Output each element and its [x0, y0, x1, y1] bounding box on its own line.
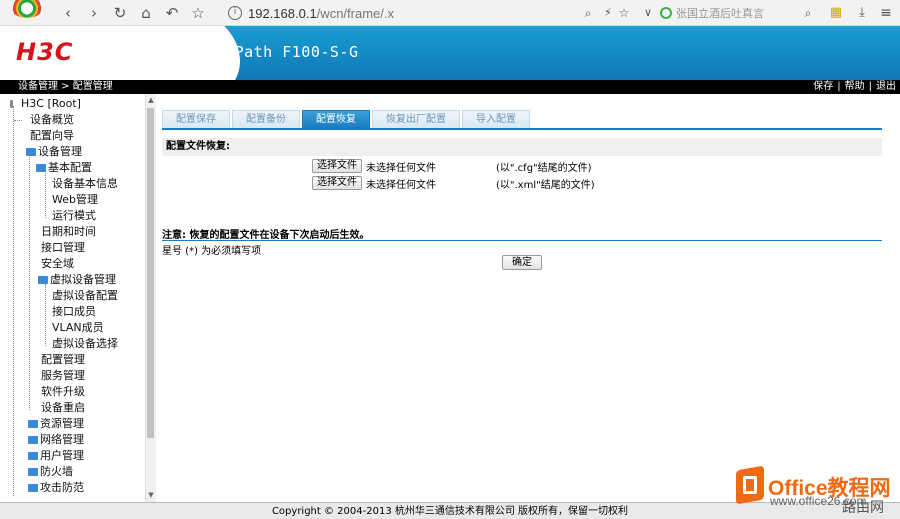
- dropdown-icon[interactable]: ∨: [638, 3, 658, 23]
- choose-cfg-file-button[interactable]: 选择文件: [312, 159, 362, 173]
- sidebar-item-resource[interactable]: 资源管理: [28, 416, 84, 432]
- save-link[interactable]: 保存: [813, 81, 833, 92]
- sidebar-item-root[interactable]: H3C [Root]: [10, 96, 81, 112]
- root-bar-icon: [10, 100, 13, 108]
- sidebar-item-service-mgmt[interactable]: 服务管理: [41, 368, 85, 384]
- restore-note: 注意: 恢复的配置文件在设备下次启动后生效。: [162, 230, 370, 241]
- star-icon[interactable]: ☆: [188, 3, 208, 23]
- cfg-file-hint: (以".cfg"结尾的文件): [496, 162, 592, 174]
- breadcrumb: 设备管理 > 配置管理: [18, 81, 113, 92]
- expand-icon[interactable]: [38, 276, 48, 284]
- home-icon[interactable]: ⌂: [136, 3, 156, 23]
- security-icon[interactable]: i: [228, 6, 242, 20]
- apps-icon[interactable]: ▦: [826, 3, 846, 23]
- tab-config-save[interactable]: 配置保存: [162, 110, 230, 128]
- office-logo-inner: [743, 476, 757, 494]
- expand-icon[interactable]: [28, 452, 38, 460]
- tab-import-config[interactable]: 导入配置: [462, 110, 530, 128]
- sidebar-item-overview[interactable]: 设备概览: [14, 112, 74, 128]
- sidebar-item-virtual-device[interactable]: 虚拟设备管理: [38, 272, 116, 288]
- sidebar-item-vlan-member[interactable]: VLAN成员: [52, 320, 104, 336]
- sidebar-item-security-zone[interactable]: 安全域: [41, 256, 74, 272]
- search-icon[interactable]: ⌕: [798, 3, 818, 23]
- required-hint: 星号 (*) 为必须填写项: [162, 246, 262, 257]
- cfg-file-row: 选择文件 未选择任何文件 (以".cfg"结尾的文件): [312, 158, 592, 174]
- xml-file-row: 选择文件 未选择任何文件 (以".xml"结尾的文件): [312, 175, 595, 191]
- sidebar-item-device-mgmt[interactable]: 设备管理: [26, 144, 82, 160]
- tree-line: [13, 106, 14, 496]
- help-link[interactable]: 帮助: [845, 81, 865, 92]
- tree-line: [29, 154, 30, 410]
- h3c-logo: H3C: [16, 38, 74, 66]
- expand-icon[interactable]: [26, 148, 36, 156]
- forward-icon[interactable]: ›: [84, 3, 104, 23]
- main-content: 配置保存 配置备份 配置恢复 恢复出厂配置 导入配置 配置文件恢复: 选择文件 …: [158, 94, 900, 502]
- sidebar-item-config-mgmt[interactable]: 配置管理: [41, 352, 85, 368]
- back-icon[interactable]: ‹: [58, 3, 78, 23]
- confirm-button[interactable]: 确定: [502, 255, 542, 270]
- search-engine-icon: [660, 7, 672, 19]
- sidebar-scroll-thumb[interactable]: [147, 108, 154, 438]
- tab-config-backup[interactable]: 配置备份: [232, 110, 300, 128]
- tree-line: [45, 284, 46, 346]
- sidebar-item-interface[interactable]: 接口管理: [41, 240, 85, 256]
- expand-icon[interactable]: [28, 420, 38, 428]
- cfg-file-status: 未选择任何文件: [366, 162, 436, 174]
- sidebar-item-vdev-config[interactable]: 虚拟设备配置: [52, 288, 118, 304]
- watermark-corner: 路由网: [842, 500, 884, 516]
- browser-logo-icon: [10, 0, 44, 18]
- expand-icon[interactable]: [36, 164, 46, 172]
- note-divider: [162, 240, 882, 241]
- search-placeholder: 张国立酒后吐真言: [676, 7, 764, 20]
- url-host: 192.168.0.1: [248, 5, 317, 21]
- tab-factory-reset[interactable]: 恢复出厂配置: [372, 110, 460, 128]
- restore-section-title: 配置文件恢复:: [162, 138, 882, 156]
- choose-xml-file-button[interactable]: 选择文件: [312, 176, 362, 190]
- app-header: H3C SecPath F100-S-G: [0, 26, 900, 80]
- undo-icon[interactable]: ↶: [162, 3, 182, 23]
- url-text[interactable]: 192.168.0.1/wcn/frame/.x: [248, 6, 394, 21]
- logout-link[interactable]: 退出: [876, 81, 896, 92]
- sidebar-item-user[interactable]: 用户管理: [28, 448, 84, 464]
- tree-line: [45, 170, 46, 218]
- sidebar-item-datetime[interactable]: 日期和时间: [41, 224, 96, 240]
- sidebar-item-reboot[interactable]: 设备重启: [41, 400, 85, 416]
- scroll-up-icon[interactable]: ▲: [146, 95, 156, 105]
- expand-icon[interactable]: [28, 484, 38, 492]
- xml-file-hint: (以".xml"结尾的文件): [496, 179, 595, 191]
- url-path: /wcn/frame/.x: [316, 5, 394, 21]
- sidebar-item-attack-defense[interactable]: 攻击防范: [28, 480, 84, 496]
- copyright-footer: Copyright © 2004-2013 杭州华三通信技术有限公司 版权所有，…: [0, 502, 900, 519]
- sidebar-item-vdev-select[interactable]: 虚拟设备选择: [52, 336, 118, 352]
- sidebar-item-run-mode[interactable]: 运行模式: [52, 208, 96, 224]
- reload-icon[interactable]: ↻: [110, 3, 130, 23]
- sidebar-item-if-member[interactable]: 接口成员: [52, 304, 96, 320]
- menu-icon[interactable]: ≡: [876, 3, 896, 23]
- scroll-down-icon[interactable]: ▼: [146, 490, 156, 500]
- tab-strip: 配置保存 配置备份 配置恢复 恢复出厂配置 导入配置: [162, 110, 532, 128]
- sidebar-item-web-mgmt[interactable]: Web管理: [52, 192, 98, 208]
- browser-toolbar: ‹ › ↻ ⌂ ↶ ☆ i 192.168.0.1/wcn/frame/.x ⌕…: [0, 0, 900, 26]
- product-name: SecPath F100-S-G: [206, 43, 359, 61]
- top-links: 保存 | 帮助 | 退出: [813, 81, 896, 92]
- bookmark-icon[interactable]: ☆: [614, 3, 634, 23]
- sidebar-item-basic-config[interactable]: 基本配置: [36, 160, 92, 176]
- expand-icon[interactable]: [28, 436, 38, 444]
- sidebar-item-device-info[interactable]: 设备基本信息: [52, 176, 118, 192]
- tab-config-restore[interactable]: 配置恢复: [302, 110, 370, 128]
- expand-icon[interactable]: [28, 468, 38, 476]
- download-icon[interactable]: ⤓: [852, 3, 872, 23]
- sidebar-item-wizard[interactable]: 配置向导: [14, 128, 74, 144]
- top-nav-bar: 设备管理 > 配置管理 保存 | 帮助 | 退出: [0, 80, 900, 94]
- sidebar-nav: H3C [Root] 设备概览 配置向导 设备管理 基本配置 设备基本信息 We…: [0, 94, 156, 502]
- sidebar-item-upgrade[interactable]: 软件升级: [41, 384, 85, 400]
- xml-file-status: 未选择任何文件: [366, 179, 436, 191]
- sidebar-item-firewall[interactable]: 防火墙: [28, 464, 73, 480]
- zoom-icon[interactable]: ⌕: [578, 3, 598, 23]
- search-input[interactable]: 张国立酒后吐真言: [660, 3, 820, 23]
- sidebar-item-network[interactable]: 网络管理: [28, 432, 84, 448]
- tab-underline: [162, 128, 882, 130]
